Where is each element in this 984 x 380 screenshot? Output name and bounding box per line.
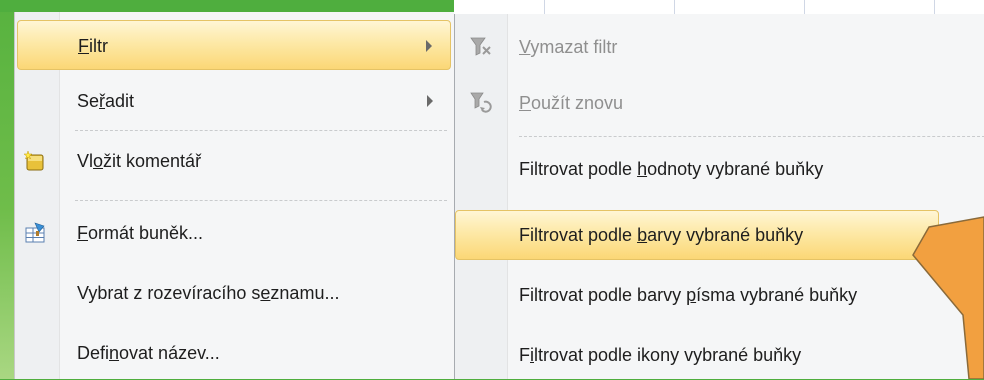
submenu-item-label: Filtrovat podle hodnoty vybrané buňky	[519, 159, 824, 179]
submenu-item-label: Filtrovat podle barvy vybrané buňky	[519, 225, 804, 245]
submenu-arrow-icon	[426, 40, 432, 52]
format-cells-icon	[25, 222, 45, 243]
submenu-item-reapply[interactable]: Použít znovu	[455, 78, 984, 128]
menu-item-label: Vybrat z rozevíracího seznamu...	[77, 283, 340, 303]
menu-item-define-name[interactable]: Definovat název...	[17, 328, 451, 378]
menu-item-filter[interactable]: Filtr	[17, 20, 451, 70]
submenu-item-label: Filtrovat podle ikony vybrané buňky	[519, 345, 802, 365]
menu-item-label: Filtr	[78, 36, 108, 56]
menu-item-pick-from-list[interactable]: Vybrat z rozevíracího seznamu...	[17, 268, 451, 318]
submenu-item-label: Filtrovat podle barvy písma vybrané buňk…	[519, 285, 858, 305]
submenu-item-filter-by-value[interactable]: Filtrovat podle hodnoty vybrané buňky	[455, 144, 984, 194]
menu-item-insert-comment[interactable]: Vložit komentář	[17, 136, 451, 186]
menu-separator	[75, 200, 447, 201]
submenu-arrow-icon	[427, 95, 433, 107]
menu-item-label: Definovat název...	[77, 343, 220, 363]
submenu-item-label: Použít znovu	[519, 93, 624, 113]
submenu-item-label: Vymazat filtr	[519, 37, 618, 57]
menu-item-format-cells[interactable]: Formát buněk...	[17, 208, 451, 258]
menu-item-label: Vložit komentář	[77, 151, 202, 171]
menu-separator	[75, 130, 447, 131]
clear-filter-icon	[470, 37, 491, 56]
submenu-item-clear-filter[interactable]: Vymazat filtr	[455, 22, 984, 72]
slide-background	[0, 0, 14, 379]
spreadsheet-grid	[454, 0, 984, 15]
menu-item-label: Formát buněk...	[77, 223, 204, 243]
menu-item-sort[interactable]: Seřadit	[17, 76, 451, 126]
submenu-separator	[519, 136, 984, 137]
context-menu: Filtr Seřadit Vložit komentář Formát bun…	[14, 12, 454, 379]
menu-item-label: Seřadit	[77, 91, 135, 111]
callout-arrow	[912, 216, 984, 379]
new-comment-icon	[24, 150, 44, 171]
reapply-filter-icon	[470, 92, 492, 113]
